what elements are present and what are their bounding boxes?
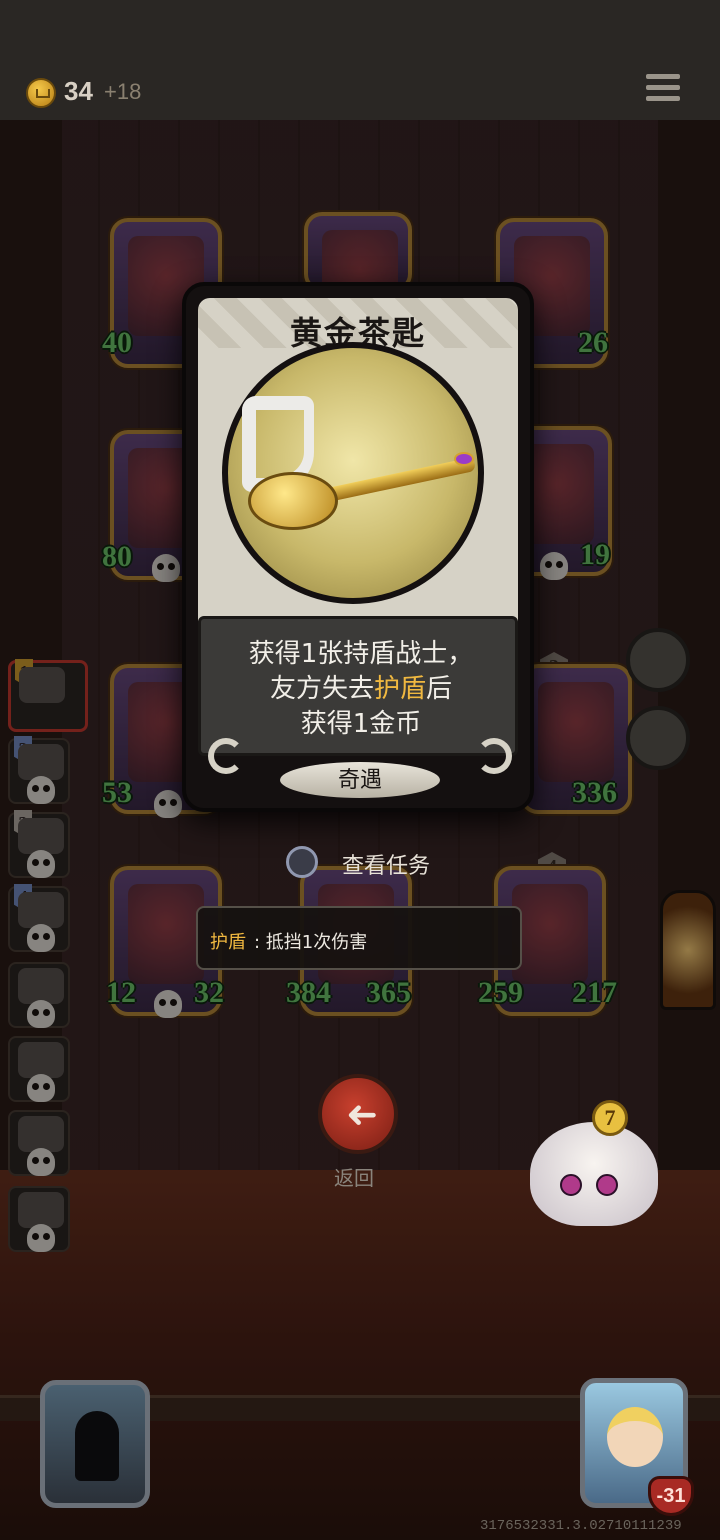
back-arrow-icon: ➜ [346,1092,378,1136]
right-swirl-ornament [476,738,512,774]
card-description-box: 获得1张持盾战士， 友方失去护盾后 获得1金币 [198,616,518,756]
mascot-level-badge: 7 [592,1100,628,1136]
mascot-eye [596,1174,618,1196]
desc-line-2: 友方失去护盾后 [201,672,521,707]
mascot-eye [560,1174,582,1196]
cupcake-mascot[interactable] [530,1122,658,1226]
desc-line-3: 获得1金币 [300,709,422,739]
desc-line-1: 获得1张持盾战士， [248,639,474,669]
coin-count: 34 [64,76,93,106]
alice-avatar [607,1407,663,1467]
rabbit-silhouette-icon [75,1411,119,1481]
shield-keyword: 护盾 [373,674,426,704]
view-quest-label[interactable]: 查看任务 [342,848,430,880]
tooltip-text: : 抵挡1次伤害 [254,932,368,953]
view-quest-radio[interactable] [286,846,318,878]
card-description: 获得1张持盾战士， 友方失去护盾后 获得1金币 [201,637,521,742]
opponent-portrait[interactable] [40,1380,150,1508]
golden-spoon-icon [248,472,338,530]
version-string: 3176532331.3.02710111239 [480,1518,682,1534]
gem-icon [454,452,474,466]
tooltip-keyword: 护盾 [210,932,246,953]
card-type-label: 奇遇 [280,762,440,798]
left-swirl-ornament [208,738,244,774]
card-art [222,342,484,604]
relic-card[interactable]: 黄金茶匙 获得1张持盾战士， 友方失去护盾后 获得1金币 奇遇 [182,282,534,812]
hamburger-menu-icon[interactable] [646,74,680,106]
spoon-handle [326,456,477,502]
back-button[interactable]: ➜ [318,1074,398,1154]
coin-bonus: +18 [104,79,142,104]
desc-line-2-a: 友方失去 [269,674,374,704]
back-button-label[interactable]: 返回 [334,1162,374,1191]
crown-coin-icon [26,78,56,108]
desc-line-2-b: 后 [426,674,453,704]
keyword-tooltip: 护盾 : 抵挡1次伤害 [196,906,522,970]
